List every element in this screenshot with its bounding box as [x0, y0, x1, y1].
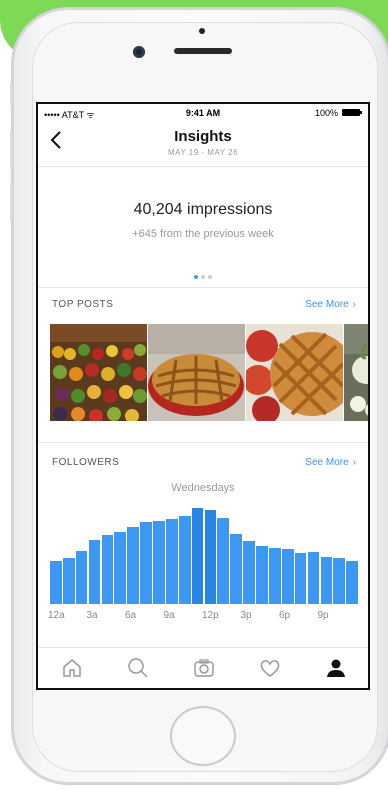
followers-title: FOLLOWERS [52, 457, 120, 468]
chart-bar [165, 519, 178, 604]
battery-percentage: 100% [314, 108, 338, 118]
x-tick-label: 9p [317, 610, 329, 621]
page-indicator[interactable] [38, 266, 368, 284]
followers-bar-chart [50, 502, 358, 604]
followers-see-more[interactable]: See More › [305, 457, 356, 468]
front-camera-icon [133, 46, 145, 58]
chart-bar [127, 526, 139, 604]
x-tick-label: 3p [240, 610, 252, 621]
impressions-delta: +645 from the previous week [132, 228, 274, 240]
nav-bar: Insights MAY 19 - MAY 26 [38, 122, 368, 167]
home-icon[interactable] [60, 656, 84, 680]
chart-bar [256, 545, 268, 604]
top-posts-title: TOP POSTS [52, 299, 114, 310]
x-tick-label: 12p [202, 610, 219, 621]
app-screen: ••••• AT&T ᯤ 9:41 AM 100% Insights MAY 1… [36, 102, 370, 690]
chart-bar [217, 518, 230, 604]
divider [38, 287, 368, 288]
chart-bar [346, 561, 358, 604]
date-range: MAY 19 - MAY 26 [167, 148, 239, 157]
battery-icon [342, 109, 362, 116]
chart-bar [50, 561, 62, 604]
chart-bar [230, 533, 243, 604]
search-icon[interactable] [126, 656, 150, 680]
see-more-label: See More [305, 457, 349, 468]
tab-bar [38, 647, 368, 688]
chart-x-axis: 12a 3a 6a 9a 12p 3p 6p 9p [48, 610, 358, 624]
chart-bar [320, 557, 333, 604]
fruit-market-photo[interactable] [50, 324, 147, 421]
page-dot-2[interactable] [201, 275, 205, 279]
chevron-right-icon: › [352, 299, 356, 310]
chart-bar [88, 539, 101, 604]
x-tick-label: 6a [125, 610, 137, 621]
home-button[interactable] [170, 706, 236, 766]
proximity-sensor [199, 28, 205, 34]
chart-bar [281, 548, 294, 604]
page-title: Insights [174, 128, 232, 145]
top-posts-row [50, 324, 368, 421]
apple-pie-photo[interactable] [148, 324, 245, 421]
chart-bar [114, 531, 127, 604]
profile-icon[interactable] [324, 656, 348, 680]
chart-bar [191, 508, 204, 604]
volume-up-button [10, 132, 13, 170]
chevron-right-icon: › [352, 457, 356, 468]
page-dot-1[interactable] [194, 275, 198, 279]
impressions-count: 40,204 impressions [133, 201, 273, 218]
status-bar: ••••• AT&T ᯤ 9:41 AM 100% [38, 104, 368, 122]
chart-bar [178, 516, 191, 604]
chart-bar [333, 558, 346, 604]
chart-bar [294, 553, 307, 604]
volume-down-button [10, 182, 13, 220]
x-tick-label: 12a [48, 610, 65, 621]
x-tick-label: 3a [86, 610, 98, 621]
mute-switch [10, 84, 13, 106]
chart-bar [269, 547, 281, 604]
heart-icon[interactable] [258, 656, 282, 680]
garlic-photo[interactable] [344, 324, 368, 421]
x-tick-label: 6p [279, 610, 291, 621]
chart-bar [62, 558, 75, 604]
divider [38, 442, 368, 443]
x-tick-label: 9a [163, 610, 175, 621]
chart-bar [307, 552, 320, 604]
see-more-label: See More [305, 299, 349, 310]
chart-bar [101, 534, 114, 604]
chart-bar [243, 540, 255, 604]
camera-icon[interactable] [192, 656, 216, 680]
top-posts-see-more[interactable]: See More › [305, 299, 356, 310]
lattice-pie-photo[interactable] [246, 324, 343, 421]
chart-caption: Wednesdays [171, 482, 235, 494]
chart-bar [204, 510, 217, 604]
chart-bar [153, 521, 165, 604]
chart-bar [75, 551, 88, 604]
chart-bar [140, 522, 152, 604]
page-dot-3[interactable] [208, 275, 212, 279]
earpiece-speaker [174, 48, 232, 54]
